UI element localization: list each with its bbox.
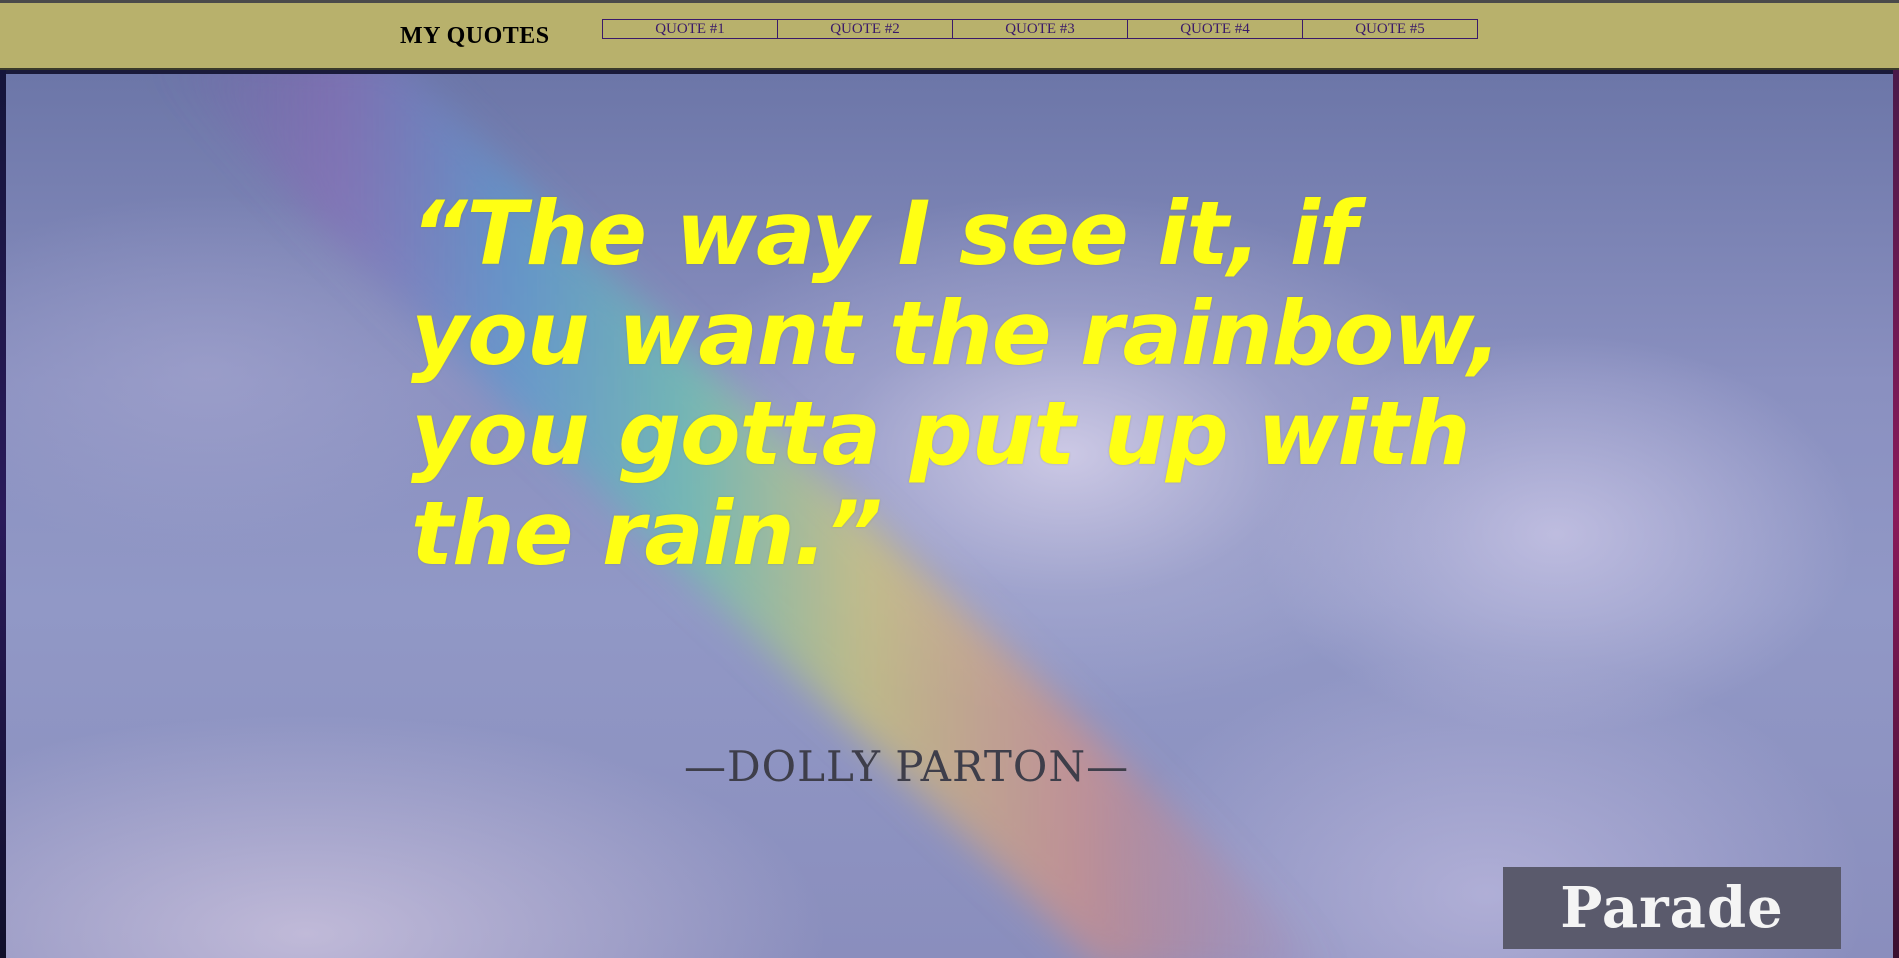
quote-nav: QUOTE #1 QUOTE #2 QUOTE #3 QUOTE #4 QUOT… xyxy=(602,19,1478,39)
nav-quote-1-link[interactable]: QUOTE #1 xyxy=(602,19,778,39)
nav-quote-2-link[interactable]: QUOTE #2 xyxy=(777,19,953,39)
page-frame-right xyxy=(1893,70,1899,958)
nav-quote-4-link[interactable]: QUOTE #4 xyxy=(1127,19,1303,39)
site-title: MY QUOTES xyxy=(400,23,550,49)
nav-quote-5-link[interactable]: QUOTE #5 xyxy=(1302,19,1478,39)
quote-text: “The way I see it, if you want the rainb… xyxy=(411,182,1501,585)
parade-logo: Parade xyxy=(1503,867,1841,949)
nav-quote-3-link[interactable]: QUOTE #3 xyxy=(952,19,1128,39)
quote-author: —DOLLY PARTON— xyxy=(684,742,1130,791)
top-navigation-bar: MY QUOTES QUOTE #1 QUOTE #2 QUOTE #3 QUO… xyxy=(0,0,1899,70)
quote-image: “The way I see it, if you want the rainb… xyxy=(6,74,1893,958)
